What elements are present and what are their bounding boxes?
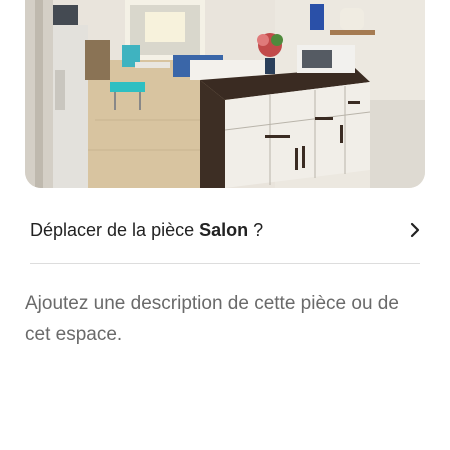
move-room-suffix: ? xyxy=(253,219,264,240)
description-field[interactable]: Ajoutez une description de cette pièce o… xyxy=(25,288,425,350)
divider xyxy=(30,263,420,264)
room-photo[interactable] xyxy=(25,0,425,188)
chevron-right-icon xyxy=(408,221,422,239)
room-photo-detail-screen: Déplacer de la pièce Salon ? Ajoutez une… xyxy=(0,0,450,450)
move-room-row[interactable]: Déplacer de la pièce Salon ? xyxy=(30,208,422,252)
move-room-label: Déplacer de la pièce Salon ? xyxy=(30,220,263,241)
move-room-prefix: Déplacer de la pièce xyxy=(30,219,195,240)
room-name: Salon xyxy=(199,219,249,240)
